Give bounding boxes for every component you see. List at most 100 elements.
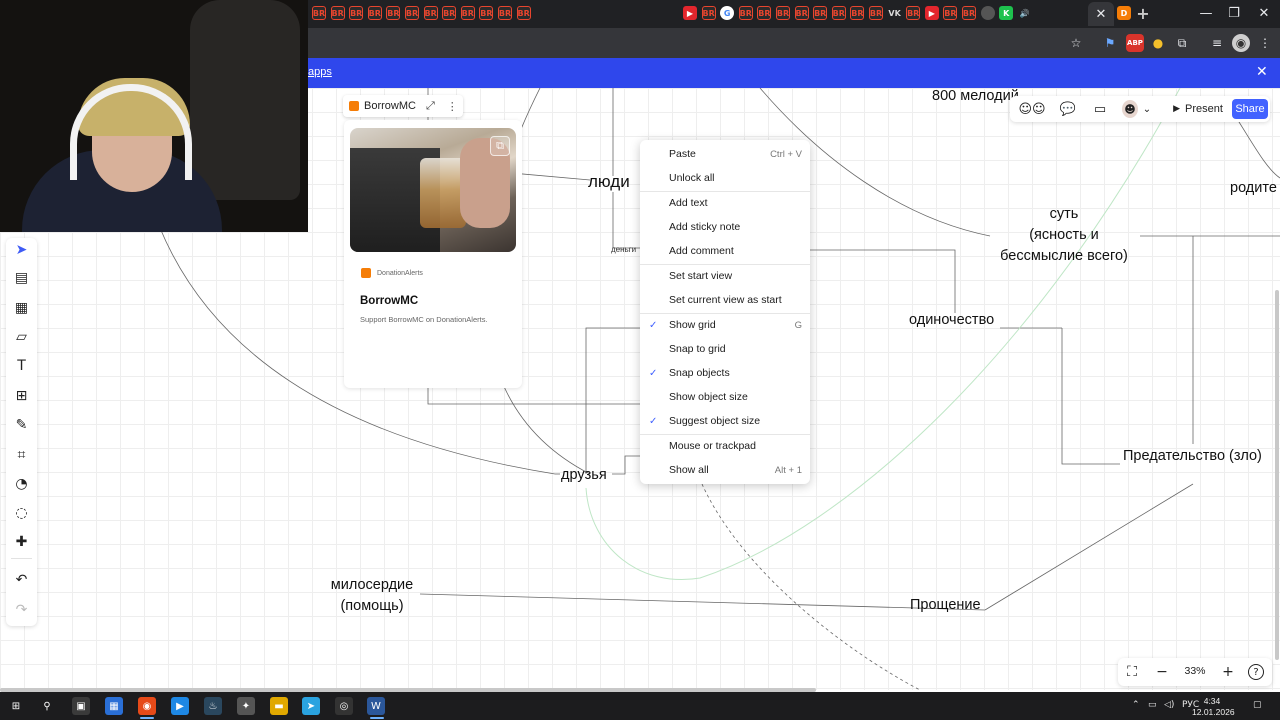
tab-vk-icon[interactable]: VK (887, 6, 902, 20)
menu-item-mouse-or-trackpad[interactable]: Mouse or trackpad (640, 434, 810, 458)
zoom-level[interactable]: 33% (1180, 665, 1210, 677)
sticky-note-tool-icon[interactable]: ▱ (6, 325, 37, 349)
present-button[interactable]: ▶ Present (1167, 99, 1229, 119)
menu-item-suggest-object-size[interactable]: ✓ Suggest object size (640, 409, 810, 433)
active-tab-close-icon[interactable]: ✕ (1088, 2, 1114, 26)
menu-item-set-current-view-as-start[interactable]: Set current view as start (640, 288, 810, 312)
window-restore-button[interactable]: ❐ (1220, 4, 1248, 22)
steam-app-icon[interactable]: ♨ (204, 697, 222, 715)
tab-br-icon[interactable]: BR (386, 6, 401, 20)
browser-menu-icon[interactable]: ⋮ (1256, 34, 1274, 52)
word-app-icon[interactable]: W (367, 697, 385, 715)
menu-item-snap-objects[interactable]: ✓ Snap objects (640, 361, 810, 385)
expand-icon[interactable]: ⤢ (426, 99, 435, 113)
tab-br-icon[interactable]: BR (498, 6, 512, 20)
tab-br-icon[interactable]: BR (405, 6, 419, 20)
tab-br-icon[interactable]: BR (367, 6, 382, 20)
tab-speaker-icon[interactable]: 🔊 (1017, 6, 1032, 20)
tab-br-icon[interactable]: BR (330, 6, 345, 20)
reactions-icon[interactable]: ☺☺ (1016, 100, 1048, 118)
embed-toolbar[interactable]: BorrowMC ⤢ ⋮ (343, 95, 463, 117)
node-forgiveness[interactable]: Прощение (910, 595, 981, 616)
comment-tool-icon[interactable]: ◌ (6, 501, 37, 525)
tab-br-icon[interactable]: BR (850, 6, 865, 20)
video-call-icon[interactable]: ▭ (1090, 100, 1110, 118)
extension-icon[interactable]: ● (1149, 34, 1167, 52)
new-tab-button[interactable]: + (1136, 4, 1150, 23)
tab-br-icon[interactable]: BR (479, 6, 494, 20)
chat-icon[interactable]: 💬 (1058, 100, 1078, 118)
chrome-app-icon[interactable]: ◉ (138, 697, 156, 715)
node-loneliness[interactable]: одиночество (909, 310, 994, 331)
menu-item-set-start-view[interactable]: Set start view (640, 264, 810, 288)
telegram-app-icon[interactable]: ➤ (302, 697, 320, 715)
node-parents[interactable]: родите (1230, 178, 1277, 199)
open-external-icon[interactable]: ⧉ (490, 136, 510, 156)
node-money[interactable]: деньги (611, 245, 636, 254)
tab-br-icon[interactable]: BR (869, 6, 883, 20)
tab-br-icon[interactable]: BR (962, 6, 976, 20)
layout-tool-icon[interactable]: ▦ (6, 296, 37, 320)
node-betrayal[interactable]: Предательство (зло) (1123, 446, 1262, 467)
node-mercy[interactable]: милосердие (помощь) (329, 575, 415, 617)
tab-br-icon[interactable]: BR (460, 6, 475, 20)
pen-tool-icon[interactable]: ✎ (6, 413, 37, 437)
menu-item-add-comment[interactable]: Add comment (640, 239, 810, 263)
menu-item-add-sticky-note[interactable]: Add sticky note (640, 215, 810, 239)
text-tool-icon[interactable]: T (6, 354, 37, 378)
node-people[interactable]: люди (588, 170, 630, 195)
zoom-in-button[interactable]: + (1218, 663, 1238, 681)
tab-globe-icon[interactable] (980, 6, 995, 20)
tab-br-icon[interactable]: BR (516, 6, 531, 20)
undo-icon[interactable]: ↶ (6, 568, 37, 592)
node-essence[interactable]: суть (ясность и бессмыслие всего) (992, 204, 1136, 267)
tab-br-icon[interactable]: BR (423, 6, 438, 20)
menu-item-unlock-all[interactable]: Unlock all (640, 166, 810, 190)
tab-br-icon[interactable]: BR (776, 6, 790, 20)
node-melodies[interactable]: 800 мелодий (932, 88, 1019, 107)
embed-card[interactable]: ⧉ DonationAlerts BorrowMC Support Borrow… (344, 120, 522, 388)
tab-br-icon[interactable]: BR (813, 6, 828, 20)
calculator-app-icon[interactable]: ▦ (105, 697, 123, 715)
tab-br-icon[interactable]: BR (943, 6, 958, 20)
tab-br-icon[interactable]: BR (831, 6, 846, 20)
avatar[interactable]: ☻ (1122, 100, 1138, 118)
ide-app-icon[interactable]: ▶ (171, 697, 189, 715)
tab-donationalerts-icon[interactable]: D (1117, 6, 1131, 20)
banner-apps-link[interactable]: apps (308, 66, 332, 78)
menu-item-add-text[interactable]: Add text (640, 191, 810, 215)
menu-item-show-object-size[interactable]: Show object size (640, 385, 810, 409)
frame-tool-icon[interactable]: ⌗ (6, 443, 37, 467)
help-button[interactable]: ? (1248, 664, 1264, 680)
tab-google-icon[interactable]: G (720, 6, 735, 20)
tab-br-icon[interactable]: BR (794, 6, 809, 20)
tab-br-icon[interactable]: BR (738, 6, 753, 20)
node-friends[interactable]: друзья (561, 465, 607, 486)
tab-kick-icon[interactable]: K (999, 6, 1014, 20)
menu-item-show-grid[interactable]: ✓ Show grid G (640, 313, 810, 337)
file-explorer-app-icon[interactable]: ▣ (72, 697, 90, 715)
add-more-tool-icon[interactable]: ✚ (6, 530, 37, 554)
window-close-button[interactable]: ✕ (1250, 4, 1278, 22)
palette-tool-icon[interactable]: ◔ (6, 472, 37, 496)
menu-item-paste[interactable]: Paste Ctrl + V (640, 142, 810, 166)
redo-icon[interactable]: ↷ (6, 598, 37, 622)
profile-avatar-icon[interactable]: ◉ (1232, 34, 1250, 52)
banner-close-icon[interactable]: ✕ (1256, 64, 1268, 80)
folder-app-icon[interactable]: ▬ (270, 697, 288, 715)
vertical-scrollbar[interactable] (1275, 290, 1279, 660)
wolf-app-icon[interactable]: ✦ (237, 697, 255, 715)
menu-item-show-all[interactable]: Show all Alt + 1 (640, 458, 810, 482)
fit-to-screen-icon[interactable]: ⛶ (1122, 663, 1142, 681)
select-tool-icon[interactable]: ➤ (6, 238, 37, 262)
menu-item-snap-to-grid[interactable]: Snap to grid (640, 337, 810, 361)
system-clock[interactable]: 4:34 12.01.2026 (1192, 696, 1235, 717)
templates-tool-icon[interactable]: ▤ (6, 266, 37, 290)
tab-br-icon[interactable]: BR (701, 6, 716, 20)
chevron-down-icon[interactable]: ⌄ (1141, 100, 1153, 118)
tab-br-icon[interactable]: BR (349, 6, 364, 20)
tab-br-icon[interactable]: BR (906, 6, 921, 20)
search-icon[interactable]: ⚲ (38, 697, 56, 715)
window-minimize-button[interactable]: — (1192, 4, 1220, 22)
zoom-out-button[interactable]: − (1152, 663, 1172, 681)
